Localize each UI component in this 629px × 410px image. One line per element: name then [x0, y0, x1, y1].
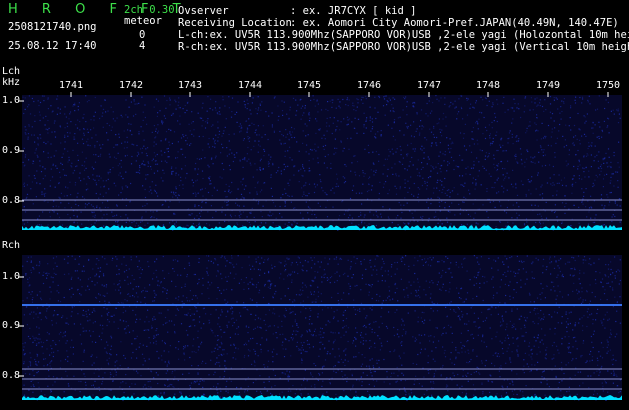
lch-spectrogram	[18, 92, 622, 231]
rch-spectrogram	[18, 255, 622, 402]
spectrogram-canvas	[18, 92, 622, 402]
